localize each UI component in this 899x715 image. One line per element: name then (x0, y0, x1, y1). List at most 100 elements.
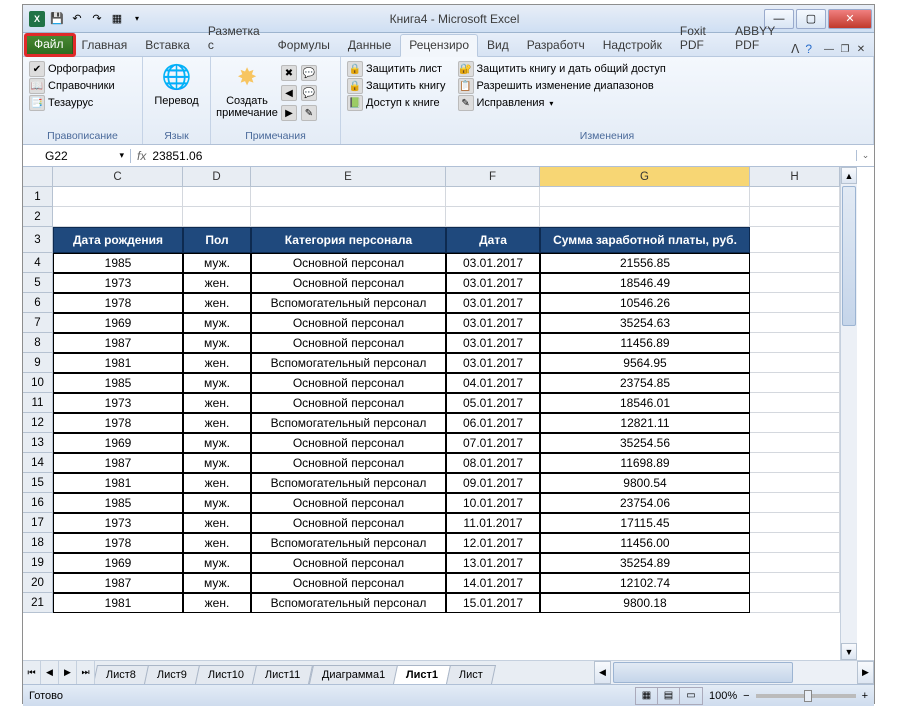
table-cell[interactable]: Основной персонал (251, 393, 446, 413)
sheet-tab-Лист8[interactable]: Лист8 (95, 665, 149, 684)
protect-sheet-button[interactable]: 🔒Защитить лист (347, 61, 446, 77)
cell[interactable] (750, 573, 840, 593)
row-header-16[interactable]: 16 (23, 493, 53, 513)
table-cell[interactable]: 12.01.2017 (446, 533, 540, 553)
help-icon[interactable]: ? (805, 42, 812, 56)
table-cell[interactable]: 11456.89 (540, 333, 750, 353)
table-cell[interactable]: 21556.85 (540, 253, 750, 273)
maximize-button[interactable]: ▢ (796, 9, 826, 29)
table-cell[interactable]: 1985 (53, 493, 183, 513)
table-cell[interactable]: 1987 (53, 453, 183, 473)
table-cell[interactable]: 07.01.2017 (446, 433, 540, 453)
table-header[interactable]: Сумма заработной платы, руб. (540, 227, 750, 253)
table-cell[interactable]: 1969 (53, 553, 183, 573)
table-header[interactable]: Дата (446, 227, 540, 253)
cell[interactable] (750, 593, 840, 613)
table-cell[interactable]: 03.01.2017 (446, 273, 540, 293)
cell[interactable] (750, 513, 840, 533)
table-cell[interactable]: 18546.49 (540, 273, 750, 293)
sheet-nav-prev-icon[interactable]: ◀ (41, 661, 59, 684)
row-header-11[interactable]: 11 (23, 393, 53, 413)
sheet-tab-Диаграмма1[interactable]: Диаграмма1 (309, 665, 398, 684)
table-cell[interactable]: 9800.54 (540, 473, 750, 493)
table-cell[interactable]: 1973 (53, 393, 183, 413)
cell[interactable] (540, 187, 750, 207)
table-cell[interactable]: Вспомогательный персонал (251, 293, 446, 313)
view-pagebreak-icon[interactable]: ▭ (680, 688, 702, 704)
col-header-F[interactable]: F (446, 167, 540, 187)
fx-icon[interactable]: fx (137, 149, 146, 163)
track-changes-button[interactable]: ✎Исправления▾ (458, 95, 666, 111)
row-header-8[interactable]: 8 (23, 333, 53, 353)
table-cell[interactable]: 23754.06 (540, 493, 750, 513)
table-cell[interactable]: 1973 (53, 513, 183, 533)
cell[interactable] (540, 207, 750, 227)
col-header-H[interactable]: H (750, 167, 840, 187)
sheet-tab-Лист9[interactable]: Лист9 (144, 665, 200, 684)
save-icon[interactable]: 💾 (49, 11, 65, 27)
translate-button[interactable]: 🌐 Перевод (149, 61, 204, 107)
cell[interactable] (53, 187, 183, 207)
table-cell[interactable]: 04.01.2017 (446, 373, 540, 393)
col-header-G[interactable]: G (540, 167, 750, 187)
cell[interactable] (750, 533, 840, 553)
table-cell[interactable]: 03.01.2017 (446, 353, 540, 373)
undo-icon[interactable]: ↶ (69, 11, 85, 27)
table-cell[interactable]: 14.01.2017 (446, 573, 540, 593)
table-cell[interactable]: 1987 (53, 573, 183, 593)
cell[interactable] (446, 187, 540, 207)
cell[interactable] (750, 433, 840, 453)
cell[interactable] (750, 553, 840, 573)
table-cell[interactable]: Основной персонал (251, 553, 446, 573)
tab-разметка с[interactable]: Разметка с (199, 20, 269, 56)
sheet-tab-Лист[interactable]: Лист (446, 665, 496, 684)
row-header-4[interactable]: 4 (23, 253, 53, 273)
show-ink-icon[interactable]: ✎ (301, 105, 317, 121)
table-cell[interactable]: 1969 (53, 313, 183, 333)
table-cell[interactable]: 06.01.2017 (446, 413, 540, 433)
zoom-slider[interactable] (756, 694, 856, 698)
cell[interactable] (750, 293, 840, 313)
table-cell[interactable]: 13.01.2017 (446, 553, 540, 573)
table-cell[interactable]: муж. (183, 253, 251, 273)
table-cell[interactable]: Основной персонал (251, 373, 446, 393)
table-cell[interactable]: Основной персонал (251, 253, 446, 273)
scroll-right-icon[interactable]: ▶ (857, 661, 874, 684)
table-cell[interactable]: Основной персонал (251, 273, 446, 293)
tab-file[interactable]: Файл (25, 33, 73, 56)
qat-extra-icon[interactable]: ▦ (109, 11, 125, 27)
scroll-down-icon[interactable]: ▼ (841, 643, 857, 660)
table-cell[interactable]: 1981 (53, 473, 183, 493)
row-header-21[interactable]: 21 (23, 593, 53, 613)
formula-bar-expand-icon[interactable]: ⌄ (856, 150, 874, 161)
row-header-7[interactable]: 7 (23, 313, 53, 333)
table-cell[interactable]: жен. (183, 413, 251, 433)
table-cell[interactable]: жен. (183, 533, 251, 553)
table-header[interactable]: Дата рождения (53, 227, 183, 253)
table-cell[interactable]: муж. (183, 433, 251, 453)
mdi-minimize-icon[interactable]: — (822, 44, 836, 55)
table-cell[interactable]: Вспомогательный персонал (251, 593, 446, 613)
table-header[interactable]: Категория персонала (251, 227, 446, 253)
table-cell[interactable]: Основной персонал (251, 493, 446, 513)
cell[interactable] (53, 207, 183, 227)
redo-icon[interactable]: ↷ (89, 11, 105, 27)
sheet-tab-Лист10[interactable]: Лист10 (195, 665, 257, 684)
table-cell[interactable]: 1969 (53, 433, 183, 453)
table-cell[interactable]: Основной персонал (251, 313, 446, 333)
tab-вид[interactable]: Вид (478, 34, 518, 56)
table-cell[interactable]: Вспомогательный персонал (251, 473, 446, 493)
cell[interactable] (251, 207, 446, 227)
table-cell[interactable]: 9564.95 (540, 353, 750, 373)
table-cell[interactable]: муж. (183, 373, 251, 393)
table-cell[interactable]: 03.01.2017 (446, 253, 540, 273)
sheet-nav-next-icon[interactable]: ▶ (59, 661, 77, 684)
spelling-button[interactable]: ✔Орфография (29, 61, 115, 77)
formula-input[interactable] (152, 149, 856, 163)
cell[interactable] (750, 207, 840, 227)
table-cell[interactable]: 11698.89 (540, 453, 750, 473)
row-header-20[interactable]: 20 (23, 573, 53, 593)
cell[interactable] (750, 353, 840, 373)
table-cell[interactable]: 10546.26 (540, 293, 750, 313)
table-cell[interactable]: 35254.63 (540, 313, 750, 333)
